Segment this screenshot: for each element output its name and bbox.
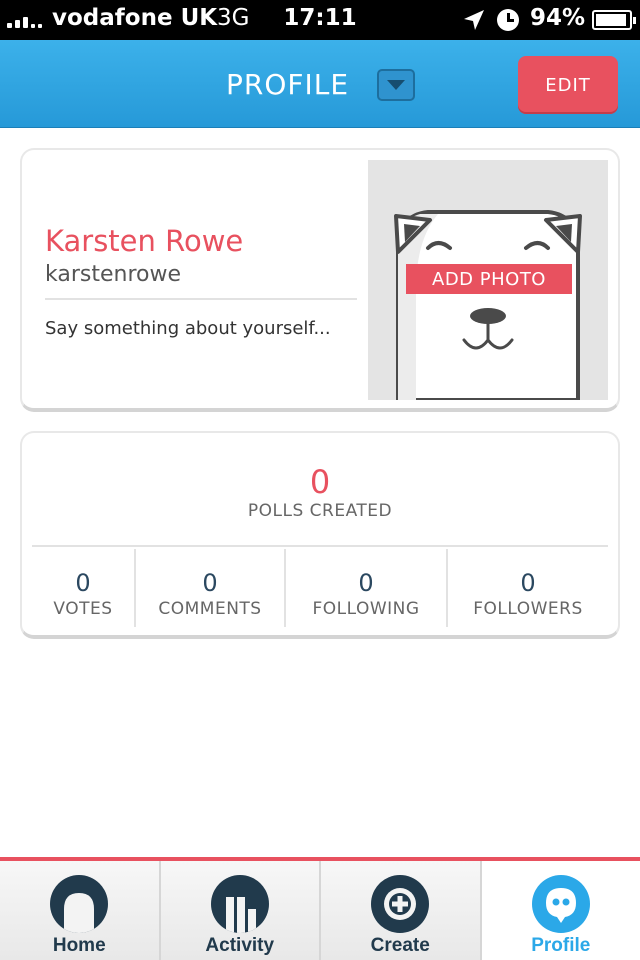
profile-name: Karsten Rowe	[45, 224, 244, 258]
edit-button[interactable]: EDIT	[518, 56, 618, 114]
location-arrow-icon	[464, 10, 484, 30]
stat-label: FOLLOWING	[312, 599, 420, 619]
divider	[45, 298, 357, 300]
plus-icon	[371, 875, 430, 933]
tab-create[interactable]: Create	[319, 861, 480, 960]
stat-comments[interactable]: 0 COMMENTS	[134, 549, 284, 627]
add-photo-button[interactable]: ADD PHOTO	[406, 264, 572, 294]
tab-label: Create	[370, 935, 430, 956]
profile-card: Karsten Rowe karstenrowe Say something a…	[20, 148, 620, 412]
tab-home[interactable]: Home	[0, 861, 159, 960]
profile-icon	[531, 875, 590, 933]
battery-percentage: 94%	[530, 5, 586, 31]
divider	[32, 545, 608, 547]
battery-icon	[592, 10, 636, 30]
stat-following[interactable]: 0 FOLLOWING	[284, 549, 446, 627]
profile-username: karstenrowe	[45, 262, 181, 287]
stats-card: 0 POLLS CREATED 0 VOTES 0 COMMENTS 0 FOL…	[20, 431, 620, 639]
page-title: PROFILE	[226, 68, 350, 101]
polls-created-label: POLLS CREATED	[247, 501, 393, 521]
alarm-clock-icon	[497, 9, 519, 31]
home-icon	[50, 875, 109, 933]
bio-field[interactable]: Say something about yourself...	[45, 318, 331, 339]
tab-activity[interactable]: Activity	[158, 861, 319, 960]
tab-profile[interactable]: Profile	[479, 861, 640, 960]
stat-followers[interactable]: 0 FOLLOWERS	[446, 549, 608, 627]
profile-photo-placeholder[interactable]: ADD PHOTO	[368, 160, 608, 400]
stat-label: FOLLOWERS	[473, 599, 583, 619]
tab-label: Profile	[531, 935, 591, 956]
polls-created-count: 0	[309, 463, 331, 501]
tab-label: Activity	[205, 935, 275, 956]
activity-icon	[210, 875, 269, 933]
stat-value: 0	[520, 569, 536, 597]
chevron-down-icon	[387, 80, 405, 90]
stat-label: VOTES	[53, 599, 113, 619]
stat-label: COMMENTS	[158, 599, 262, 619]
stat-value: 0	[358, 569, 374, 597]
stat-value: 0	[202, 569, 218, 597]
status-bar: vodafone UK 3G 17:11 94%	[0, 0, 640, 40]
title-dropdown-button[interactable]	[377, 69, 415, 101]
tab-label: Home	[52, 935, 106, 956]
tab-bar: Home Activity Create Profile	[0, 857, 640, 960]
navigation-bar: PROFILE EDIT	[0, 40, 640, 128]
stat-votes[interactable]: 0 VOTES	[32, 549, 134, 627]
stat-value: 0	[75, 569, 91, 597]
